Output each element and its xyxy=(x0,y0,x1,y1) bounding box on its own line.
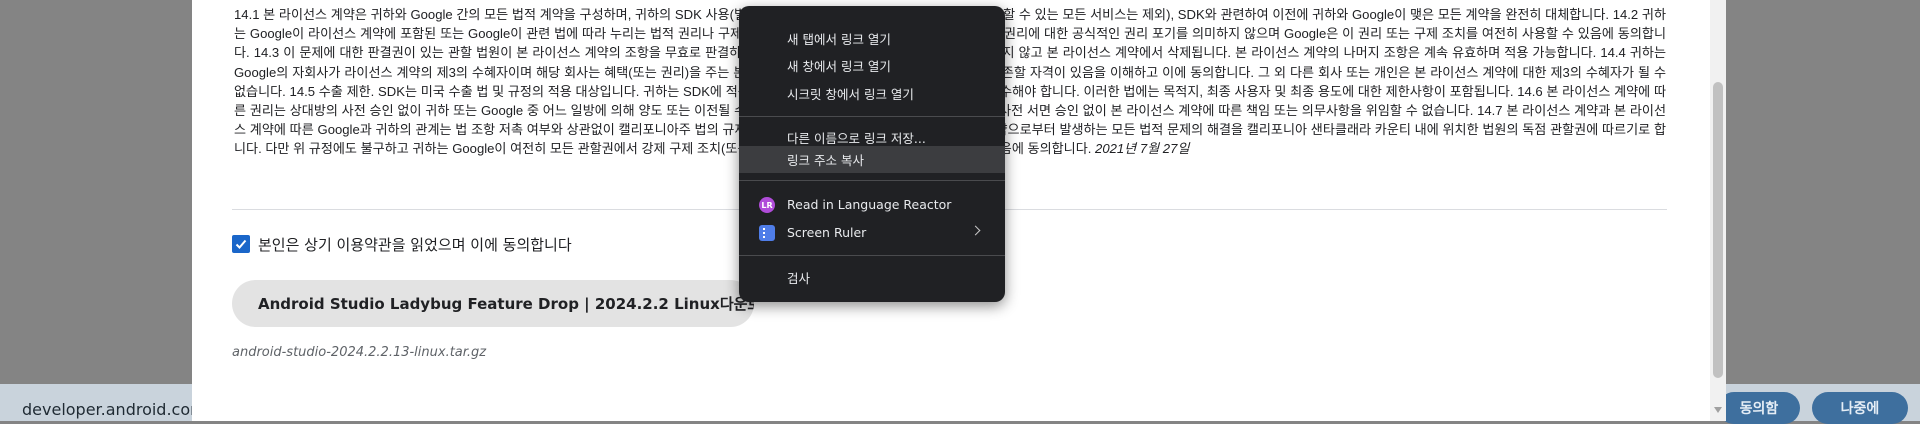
background-agree-button[interactable]: 동의함 xyxy=(1718,392,1800,424)
agree-checkbox[interactable] xyxy=(232,235,250,253)
download-filename: android-studio-2024.2.2.13-linux.tar.gz xyxy=(232,345,487,360)
menu-item-label: 검사 xyxy=(787,271,811,286)
background-later-button[interactable]: 나중에 xyxy=(1812,392,1908,424)
menu-item-copy-link-address[interactable]: 링크 주소 복사 xyxy=(739,146,1005,173)
menu-item-inspect[interactable]: 검사 xyxy=(739,264,1005,291)
menu-item-label: 다른 이름으로 링크 저장... xyxy=(787,131,926,146)
menu-item-label: 새 창에서 링크 열기 xyxy=(787,59,891,74)
menu-item-open-incognito[interactable]: 시크릿 창에서 링크 열기 xyxy=(739,80,1005,107)
agree-row[interactable]: 본인은 상기 이용약관을 읽었으며 이에 동의합니다 xyxy=(232,233,572,255)
download-button[interactable]: Android Studio Ladybug Feature Drop | 20… xyxy=(232,280,754,327)
dialog-scrollbar[interactable] xyxy=(1710,0,1726,421)
menu-item-screen-ruler[interactable]: Screen Ruler xyxy=(739,219,1005,246)
menu-item-label: 새 탭에서 링크 열기 xyxy=(787,32,891,47)
status-url: developer.android.com xyxy=(22,400,206,419)
menu-item-label: 시크릿 창에서 링크 열기 xyxy=(787,87,914,102)
scrollbar-thumb[interactable] xyxy=(1713,82,1723,378)
screen-ruler-icon xyxy=(759,225,775,241)
chevron-right-icon xyxy=(970,225,981,236)
menu-separator xyxy=(739,116,1005,117)
scroll-down-icon[interactable] xyxy=(1714,407,1722,413)
menu-separator xyxy=(739,180,1005,181)
language-reactor-icon: LR xyxy=(759,197,775,213)
context-menu: 새 탭에서 링크 열기 새 창에서 링크 열기 시크릿 창에서 링크 열기 다른… xyxy=(739,6,1005,302)
menu-item-open-new-window[interactable]: 새 창에서 링크 열기 xyxy=(739,52,1005,79)
checkmark-icon xyxy=(235,239,247,249)
menu-separator xyxy=(739,255,1005,256)
terms-date: 2021년 7월 27일 xyxy=(1095,141,1190,157)
menu-item-language-reactor[interactable]: LR Read in Language Reactor xyxy=(739,191,1005,218)
agree-checkbox-label[interactable]: 본인은 상기 이용약관을 읽었으며 이에 동의합니다 xyxy=(258,234,572,255)
menu-item-label: Read in Language Reactor xyxy=(787,197,952,212)
menu-item-label: Screen Ruler xyxy=(787,225,867,240)
menu-item-open-new-tab[interactable]: 새 탭에서 링크 열기 xyxy=(739,25,1005,52)
menu-item-label: 링크 주소 복사 xyxy=(787,153,864,168)
